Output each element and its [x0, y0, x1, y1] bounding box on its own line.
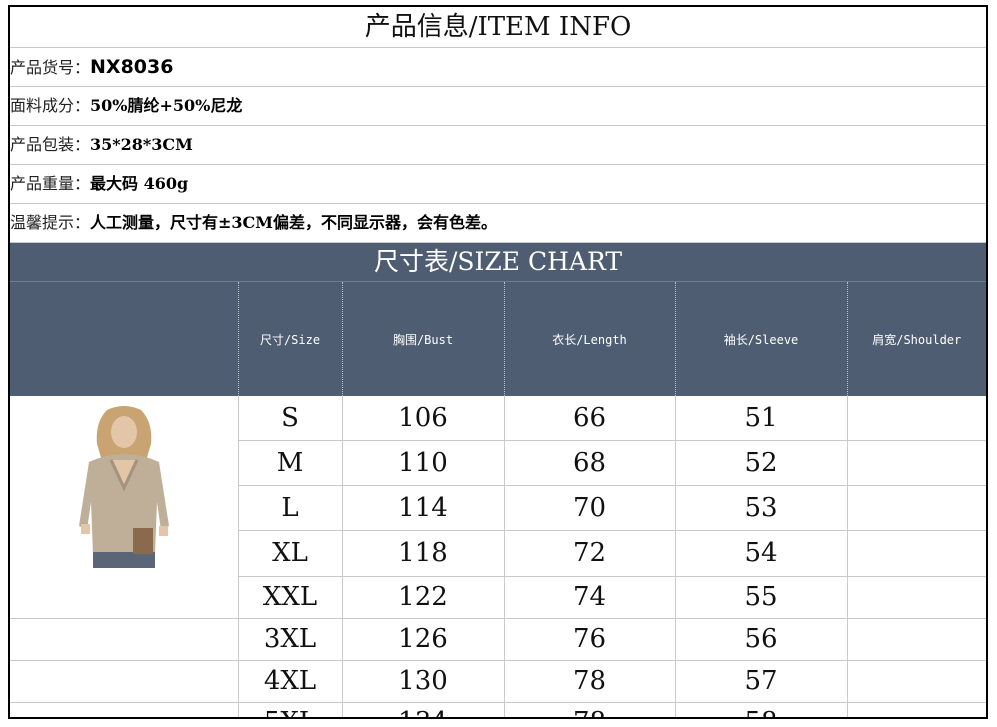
info-value: 50%腈纶+50%尼龙	[90, 96, 243, 115]
info-label: 产品包装：	[10, 135, 91, 154]
info-value: 最大码 460g	[90, 174, 189, 193]
length-cell: 66	[503, 396, 675, 442]
size-cell: XL	[237, 530, 342, 577]
info-value: NX8036	[90, 56, 174, 78]
size-cell: XXL	[237, 576, 342, 619]
length-cell: 70	[503, 485, 675, 531]
info-value: 人工测量，尺寸有±3CM偏差，不同显示器，会有色差。	[90, 213, 498, 232]
info-row-tip: 温馨提示：人工测量，尺寸有±3CM偏差，不同显示器，会有色差。	[10, 204, 986, 243]
shoulder-cell	[846, 440, 986, 486]
blank-cell	[10, 576, 238, 619]
blank-cell	[10, 618, 238, 661]
sleeve-cell: 57	[674, 660, 847, 703]
size-cell: 5XL	[237, 702, 342, 717]
size-cell: 3XL	[237, 618, 342, 661]
length-cell: 78	[503, 702, 675, 717]
table-row: 5XL 134 78 58	[10, 702, 986, 717]
size-chart-title: 尺寸表/SIZE CHART	[10, 243, 986, 282]
bust-cell: 114	[341, 485, 504, 531]
col-header-bust: 胸围/Bust	[341, 282, 504, 396]
size-chart-header-row: 尺寸/Size 胸围/Bust 衣长/Length 袖长/Sleeve 肩宽/S…	[10, 282, 986, 396]
size-cell: L	[237, 485, 342, 531]
info-label: 产品重量：	[10, 174, 91, 193]
length-cell: 78	[503, 660, 675, 703]
table-row: 4XL 130 78 57	[10, 660, 986, 703]
bust-cell: 106	[341, 396, 504, 442]
info-row-material: 面料成分：50%腈纶+50%尼龙	[10, 87, 986, 126]
col-header-sleeve: 袖长/Sleeve	[674, 282, 847, 396]
length-cell: 68	[503, 440, 675, 486]
table-row: XXL 122 74 55	[10, 576, 986, 619]
sleeve-cell: 56	[674, 618, 847, 661]
sleeve-cell: 52	[674, 440, 847, 486]
table-row: 3XL 126 76 56	[10, 618, 986, 661]
info-row-weight: 产品重量：最大码 460g	[10, 165, 986, 204]
bust-cell: 134	[341, 702, 504, 717]
sleeve-cell: 55	[674, 576, 847, 619]
col-header-length: 衣长/Length	[503, 282, 675, 396]
bust-cell: 118	[341, 530, 504, 577]
bust-cell: 130	[341, 660, 504, 703]
info-label: 温馨提示：	[10, 213, 91, 232]
info-row-item-no: 产品货号：NX8036	[10, 48, 986, 87]
shoulder-cell	[846, 576, 986, 619]
blank-cell	[10, 660, 238, 703]
item-info-title: 产品信息/ITEM INFO	[10, 7, 986, 48]
sleeve-cell: 58	[674, 702, 847, 717]
length-cell: 76	[503, 618, 675, 661]
bust-cell: 110	[341, 440, 504, 486]
info-rows: 产品货号：NX8036 面料成分：50%腈纶+50%尼龙 产品包装：35*28*…	[10, 48, 986, 243]
size-cell: M	[237, 440, 342, 486]
shoulder-cell	[846, 396, 986, 442]
product-info-sheet: 产品信息/ITEM INFO 产品货号：NX8036 面料成分：50%腈纶+50…	[8, 5, 988, 719]
info-label: 产品货号：	[10, 58, 91, 77]
shoulder-cell	[846, 702, 986, 717]
shoulder-cell	[846, 485, 986, 531]
sweater-photo	[68, 404, 179, 576]
col-header-size: 尺寸/Size	[237, 282, 342, 396]
size-cell: 4XL	[237, 660, 342, 703]
sleeve-cell: 54	[674, 530, 847, 577]
shoulder-cell	[846, 618, 986, 661]
size-cell: S	[237, 396, 342, 442]
sleeve-cell: 51	[674, 396, 847, 442]
bust-cell: 122	[341, 576, 504, 619]
info-label: 面料成分：	[10, 96, 91, 115]
info-row-package: 产品包装：35*28*3CM	[10, 126, 986, 165]
shoulder-cell	[846, 530, 986, 577]
size-chart-table: 尺寸/Size 胸围/Bust 衣长/Length 袖长/Sleeve 肩宽/S…	[10, 282, 986, 717]
bust-cell: 126	[341, 618, 504, 661]
shoulder-cell	[846, 660, 986, 703]
product-photo-cell	[10, 396, 238, 576]
col-header-shoulder: 肩宽/Shoulder	[846, 282, 986, 396]
table-row: S 106 66 51	[10, 396, 986, 576]
length-cell: 74	[503, 576, 675, 619]
sleeve-cell: 53	[674, 485, 847, 531]
blank-cell	[10, 702, 238, 717]
info-value: 35*28*3CM	[90, 135, 193, 154]
length-cell: 72	[503, 530, 675, 577]
header-blank-cell	[10, 282, 238, 396]
